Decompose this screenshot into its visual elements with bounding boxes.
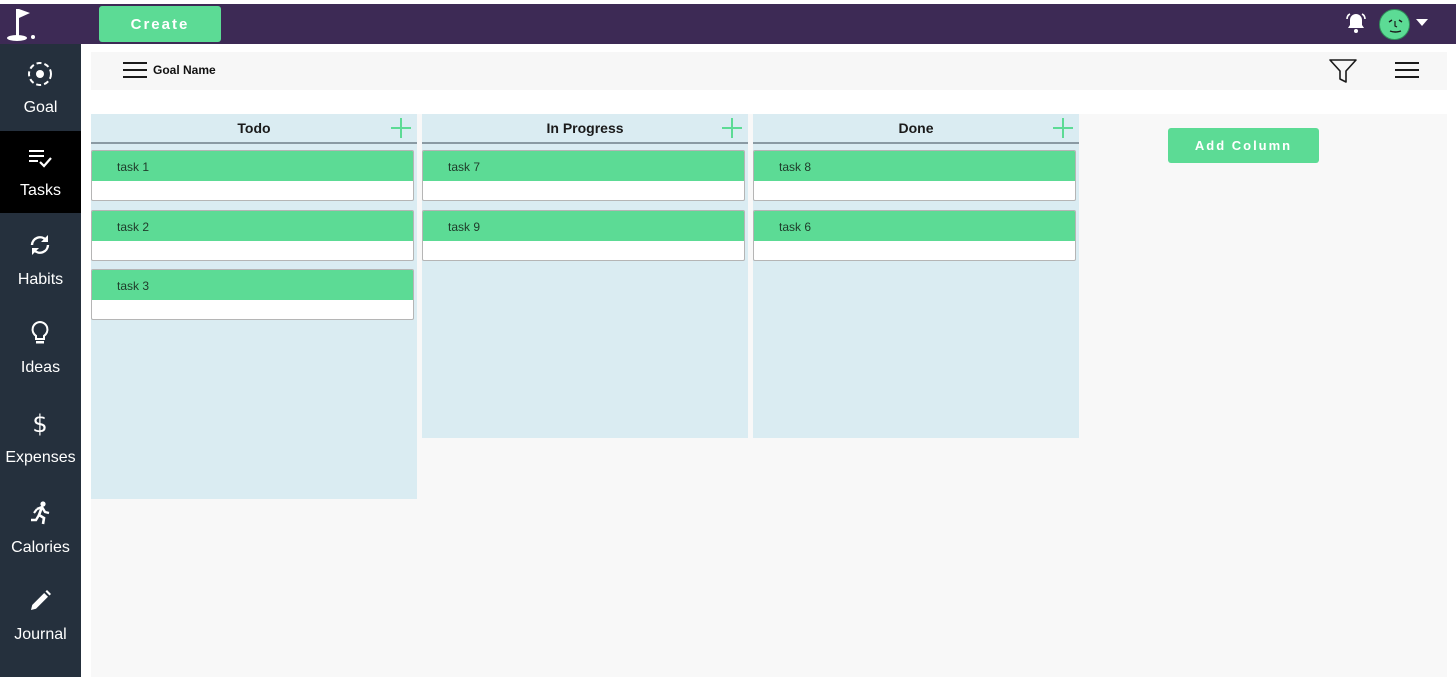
goal-name-title: Goal Name bbox=[153, 63, 216, 77]
task-card-title: task 8 bbox=[779, 160, 812, 174]
task-card-title: task 2 bbox=[117, 220, 150, 234]
sidebar-item-goal[interactable]: Goal bbox=[0, 49, 81, 131]
bell-icon[interactable] bbox=[1344, 11, 1368, 35]
goal-icon bbox=[28, 62, 52, 86]
task-card-title: task 7 bbox=[448, 160, 481, 174]
sidebar-item-label: Calories bbox=[11, 539, 70, 556]
column-todo: Todo task 1 task 2 task 3 bbox=[91, 114, 417, 499]
column-title: Done bbox=[898, 120, 934, 136]
sidebar-item-label: Goal bbox=[23, 99, 58, 116]
habits-icon bbox=[30, 235, 50, 255]
column-header: Todo bbox=[91, 114, 417, 144]
sidebar-item-calories[interactable]: Calories bbox=[0, 487, 81, 569]
task-card-title: task 1 bbox=[117, 160, 150, 174]
task-card[interactable]: task 2 bbox=[91, 210, 414, 261]
sidebar-item-ideas[interactable]: Ideas bbox=[0, 307, 81, 389]
create-button[interactable]: Create bbox=[99, 6, 221, 42]
avatar-face-icon bbox=[1388, 19, 1403, 33]
user-avatar[interactable] bbox=[1379, 9, 1410, 40]
goal-toolbar bbox=[91, 52, 1447, 90]
options-menu-icon[interactable] bbox=[1395, 60, 1419, 80]
golf-flag-logo-icon[interactable] bbox=[4, 6, 40, 42]
sidebar-item-habits[interactable]: Habits bbox=[0, 219, 81, 301]
add-column-button[interactable]: Add Column bbox=[1168, 128, 1319, 163]
task-card-title: task 9 bbox=[448, 220, 481, 234]
task-card-title: task 6 bbox=[779, 220, 812, 234]
sidebar-item-journal[interactable]: Journal bbox=[0, 575, 81, 657]
svg-text:$: $ bbox=[32, 410, 47, 436]
menu-icon[interactable] bbox=[123, 60, 147, 80]
column-header: Done bbox=[753, 114, 1079, 144]
lightbulb-icon bbox=[31, 320, 49, 344]
filter-icon[interactable] bbox=[1328, 57, 1358, 85]
task-card[interactable]: task 8 bbox=[753, 150, 1076, 201]
pencil-icon bbox=[31, 590, 51, 610]
user-menu-chevron-down-icon[interactable] bbox=[1416, 19, 1428, 26]
column-title: Todo bbox=[237, 120, 271, 136]
add-task-plus-icon[interactable] bbox=[391, 118, 411, 138]
tasks-icon bbox=[29, 150, 52, 168]
column-in-progress: In Progress task 7 task 9 bbox=[422, 114, 748, 438]
column-title: In Progress bbox=[546, 120, 624, 136]
sidebar-item-expenses[interactable]: $ Expenses bbox=[0, 397, 81, 479]
task-card[interactable]: task 9 bbox=[422, 210, 745, 261]
column-done: Done task 8 task 6 bbox=[753, 114, 1079, 438]
running-icon bbox=[31, 501, 50, 525]
sidebar-item-label: Habits bbox=[17, 271, 64, 288]
task-card[interactable]: task 3 bbox=[91, 269, 414, 320]
add-task-plus-icon[interactable] bbox=[1053, 118, 1073, 138]
add-task-plus-icon[interactable] bbox=[722, 118, 742, 138]
app-root: Create Goal Tasks Habits Ideas $ Expense… bbox=[0, 0, 1456, 677]
sidebar: Goal Tasks Habits Ideas $ Expenses Calor… bbox=[0, 44, 81, 677]
task-card[interactable]: task 6 bbox=[753, 210, 1076, 261]
column-header: In Progress bbox=[422, 114, 748, 144]
sidebar-item-tasks[interactable]: Tasks bbox=[0, 131, 81, 213]
task-card[interactable]: task 1 bbox=[91, 150, 414, 201]
task-card[interactable]: task 7 bbox=[422, 150, 745, 201]
dollar-icon: $ bbox=[32, 410, 47, 436]
task-card-title: task 3 bbox=[117, 279, 150, 293]
sidebar-item-label: Tasks bbox=[20, 182, 61, 199]
sidebar-item-label: Ideas bbox=[20, 359, 61, 376]
top-bar: Create bbox=[0, 4, 1456, 44]
sidebar-item-label: Journal bbox=[14, 626, 67, 643]
sidebar-item-label: Expenses bbox=[5, 449, 76, 466]
